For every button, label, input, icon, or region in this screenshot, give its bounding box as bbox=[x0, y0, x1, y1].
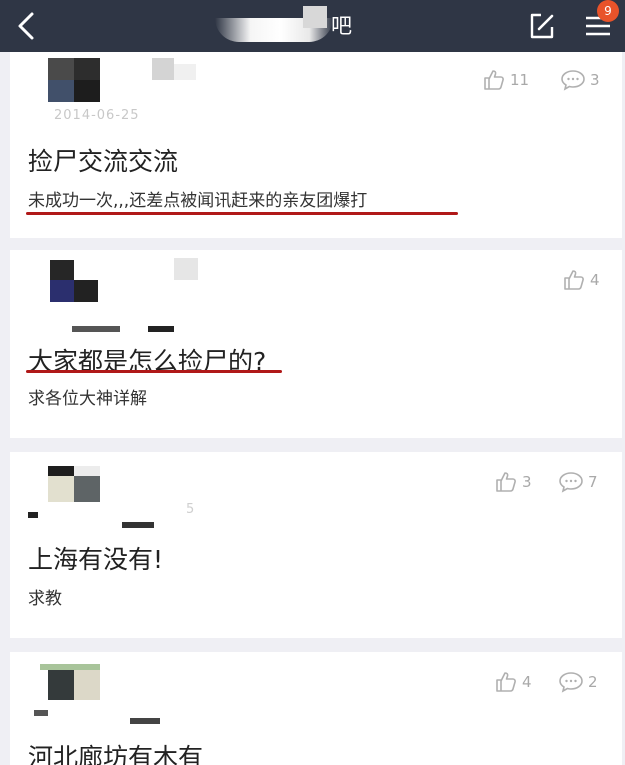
username-redaction bbox=[34, 710, 48, 716]
like-count-value: 4 bbox=[522, 673, 532, 691]
post-card[interactable]: 4 2 河北廊坊有木有 bbox=[10, 652, 622, 765]
comment-count[interactable]: 3 bbox=[560, 68, 600, 92]
back-button[interactable] bbox=[6, 6, 46, 46]
post-date: 5 bbox=[186, 502, 196, 517]
post-card[interactable]: 4 大家都是怎么捡尸的? 求各位大神详解 bbox=[10, 250, 622, 438]
avatar[interactable] bbox=[48, 58, 100, 102]
like-count-value: 11 bbox=[510, 71, 530, 89]
comment-count-value: 7 bbox=[588, 473, 598, 491]
username-redaction bbox=[72, 326, 120, 332]
thumbs-up-icon bbox=[496, 472, 516, 492]
avatar[interactable] bbox=[50, 260, 98, 302]
like-count[interactable]: 11 bbox=[482, 68, 529, 92]
top-bar: 吧 9 bbox=[0, 0, 625, 52]
comment-count[interactable]: 2 bbox=[558, 670, 598, 694]
thumbs-up-icon bbox=[484, 70, 504, 90]
comment-bubble-icon bbox=[559, 672, 583, 693]
post-excerpt: 求教 bbox=[28, 589, 62, 609]
like-count[interactable]: 4 bbox=[494, 670, 532, 694]
avatar[interactable] bbox=[48, 466, 100, 502]
comment-count[interactable]: 7 bbox=[558, 470, 598, 494]
avatar[interactable] bbox=[40, 664, 100, 700]
post-card[interactable]: 2014-06-25 11 3 捡尸交流交流 未成功一次,,,还差点被闻讯赶来的… bbox=[10, 52, 622, 238]
post-date: 2014-06-25 bbox=[54, 108, 140, 123]
compose-button[interactable] bbox=[522, 6, 562, 46]
post-title: 河北廊坊有木有 bbox=[28, 743, 204, 765]
like-count[interactable]: 3 bbox=[494, 470, 532, 494]
username-redaction bbox=[122, 522, 154, 528]
post-title: 捡尸交流交流 bbox=[28, 147, 179, 176]
annotation-underline bbox=[26, 212, 458, 215]
forum-title: 吧 bbox=[215, 4, 405, 48]
thumbs-up-icon bbox=[496, 672, 516, 692]
post-title: 上海有没有! bbox=[28, 545, 164, 574]
post-excerpt: 未成功一次,,,还差点被闻讯赶来的亲友团爆打 bbox=[28, 191, 368, 211]
username-redaction bbox=[148, 326, 174, 332]
post-card[interactable]: 5 3 7 上海有没有! 求教 bbox=[10, 452, 622, 638]
like-count-value: 3 bbox=[522, 473, 532, 491]
like-count-value: 4 bbox=[590, 271, 600, 289]
comment-bubble-icon bbox=[561, 70, 585, 91]
username-redaction bbox=[28, 512, 38, 518]
forum-title-suffix: 吧 bbox=[331, 14, 352, 38]
like-count[interactable]: 4 bbox=[562, 268, 600, 292]
compose-icon bbox=[530, 13, 554, 39]
comment-count-value: 3 bbox=[590, 71, 600, 89]
username-redaction bbox=[130, 718, 160, 724]
annotation-underline bbox=[26, 370, 282, 373]
title-redaction-block bbox=[303, 6, 327, 28]
back-arrow-icon bbox=[18, 12, 34, 40]
notification-badge: 9 bbox=[597, 0, 619, 22]
comment-bubble-icon bbox=[559, 472, 583, 493]
thumbs-up-icon bbox=[564, 270, 584, 290]
avatar-redaction bbox=[170, 258, 200, 280]
avatar-redaction bbox=[152, 58, 196, 80]
comment-count-value: 2 bbox=[588, 673, 598, 691]
post-excerpt: 求各位大神详解 bbox=[28, 389, 147, 409]
